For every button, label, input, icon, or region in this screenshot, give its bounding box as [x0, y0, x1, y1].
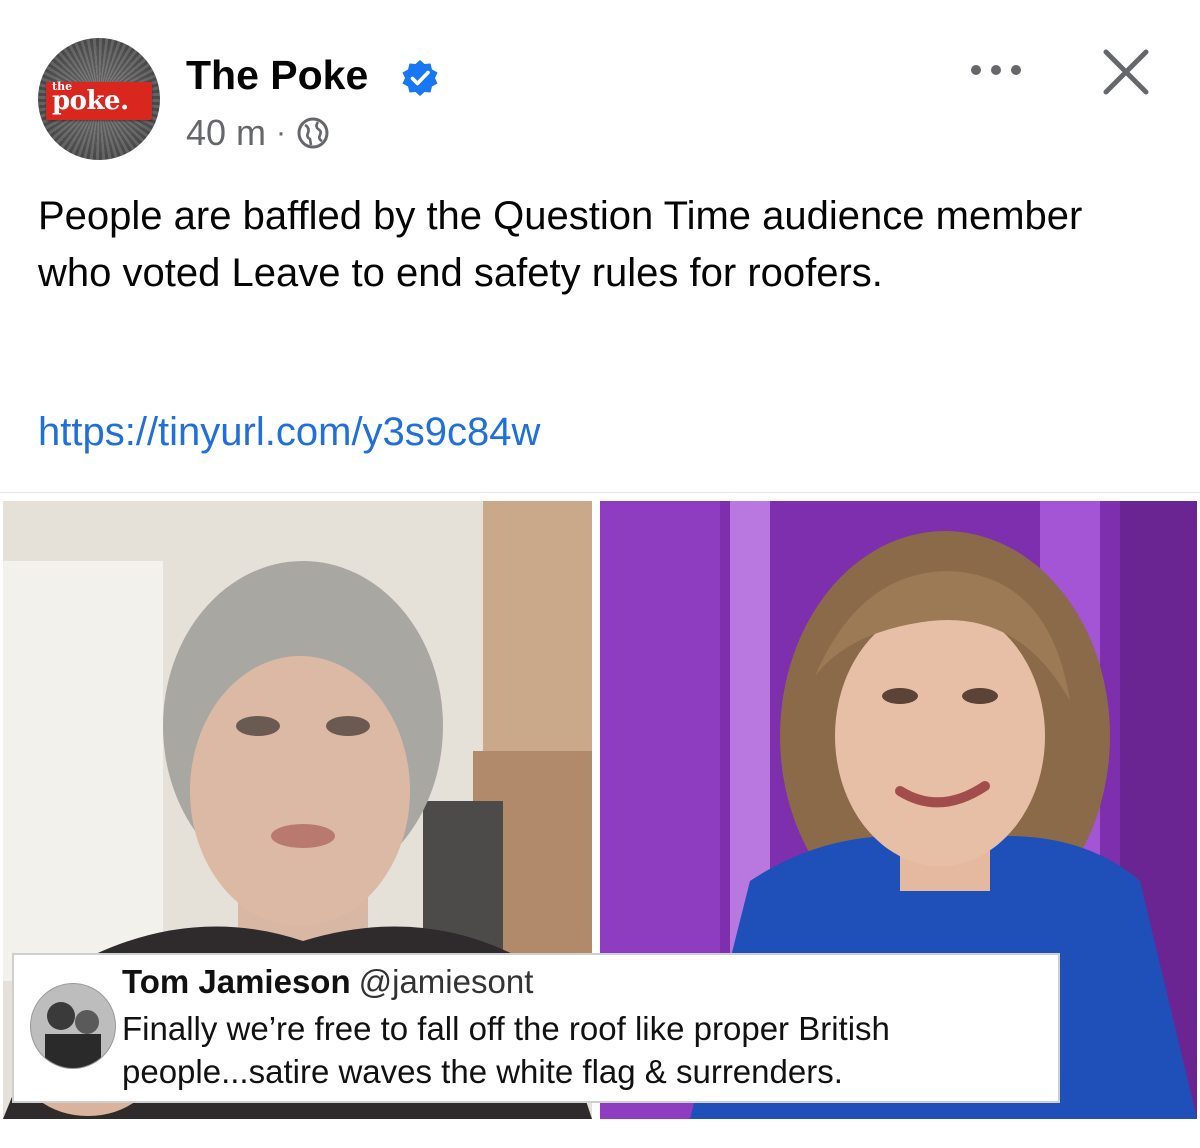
quoted-tweet: Tom Jamieson @jamiesont Finally we’re fre… — [12, 953, 1060, 1103]
meta-separator: · — [276, 116, 287, 149]
post-image[interactable]: Tom Jamieson @jamiesont Finally we’re fre… — [0, 492, 1200, 1133]
globe-icon — [297, 117, 329, 149]
post-text: People are baffled by the Question Time … — [38, 194, 1083, 295]
verified-badge-icon — [402, 60, 438, 96]
logo-poke-text: poke. — [52, 86, 129, 116]
tweet-author-name: Tom Jamieson — [122, 963, 351, 1000]
tweet-author: Tom Jamieson @jamiesont — [122, 963, 533, 1001]
facebook-post: the poke. The Poke 40 m · People are baf… — [0, 0, 1200, 1148]
post-link[interactable]: https://tinyurl.com/y3s9c84w — [38, 410, 540, 455]
tweet-author-avatar — [30, 983, 116, 1069]
tweet-author-handle: @jamiesont — [358, 963, 534, 1000]
close-icon[interactable] — [1098, 44, 1154, 100]
page-name[interactable]: The Poke — [186, 52, 368, 99]
more-dots-icon[interactable] — [968, 56, 1024, 84]
post-time[interactable]: 40 m — [186, 112, 266, 154]
tweet-avatar-icon — [31, 984, 115, 1068]
post-meta: 40 m · — [186, 112, 330, 154]
page-avatar[interactable]: the poke. — [38, 38, 160, 160]
tweet-text: Finally we’re free to fall off the roof … — [122, 1010, 890, 1090]
